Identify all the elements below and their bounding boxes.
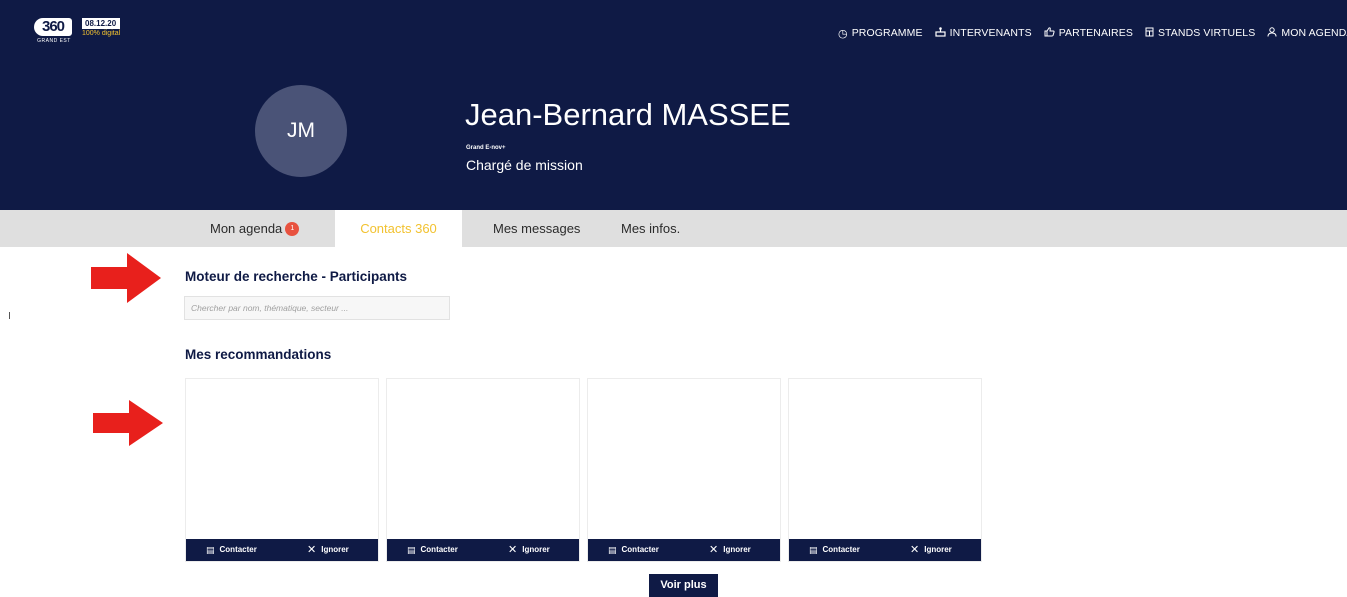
clock-icon: ◷ — [838, 27, 848, 40]
voir-plus-button[interactable]: Voir plus — [649, 574, 718, 597]
ignore-button[interactable]: ✕ Ignorer — [709, 539, 751, 561]
nav-item-mon-agenda[interactable]: MON AGENDA — [1267, 26, 1347, 40]
profile-organization: Grand E-nov+ — [466, 145, 506, 151]
nav-label: PROGRAMME — [851, 27, 923, 39]
ignore-button[interactable]: ✕ Ignorer — [508, 539, 550, 561]
contact-label: Contacter — [219, 545, 257, 554]
ignore-button[interactable]: ✕ Ignorer — [910, 539, 952, 561]
event-tagline: 100% digital — [82, 30, 121, 37]
podium-icon — [935, 26, 946, 40]
tab-label: Mes messages — [493, 221, 581, 236]
nav-label: MON AGENDA — [1281, 27, 1347, 39]
ignore-label: Ignorer — [924, 545, 952, 554]
logo-mark: 360 — [34, 18, 72, 36]
recommendation-card: ▤ Contacter ✕ Ignorer — [788, 378, 982, 562]
message-icon: ▤ — [809, 545, 818, 555]
recommendations-title: Mes recommandations — [185, 347, 332, 362]
close-icon: ✕ — [709, 544, 719, 556]
search-section-title: Moteur de recherche - Participants — [185, 269, 408, 284]
close-icon: ✕ — [508, 544, 518, 556]
tab-label: Contacts 360 — [360, 221, 437, 236]
contact-label: Contacter — [621, 545, 659, 554]
message-icon: ▤ — [407, 545, 416, 555]
tab-label: Mon agenda — [210, 221, 283, 236]
tab-mes-messages[interactable]: Mes messages — [493, 210, 580, 247]
contact-button[interactable]: ▤ Contacter — [407, 539, 458, 561]
nav-label: PARTENAIRES — [1058, 27, 1133, 39]
brand-logo[interactable]: 360 GRAND EST 08.12.20 100% digital — [34, 18, 121, 44]
close-icon: ✕ — [307, 544, 317, 556]
user-icon — [1267, 26, 1277, 40]
notification-badge: 1 — [285, 221, 300, 236]
card-actions: ▤ Contacter ✕ Ignorer — [186, 539, 378, 561]
ignore-label: Ignorer — [321, 545, 349, 554]
profile-header: 360 GRAND EST 08.12.20 100% digital ◷ PR… — [0, 0, 1347, 210]
event-date: 08.12.20 — [82, 18, 121, 29]
ignore-label: Ignorer — [723, 545, 751, 554]
message-icon: ▤ — [608, 545, 617, 555]
recommendation-card: ▤ Contacter ✕ Ignorer — [587, 378, 781, 562]
nav-item-programme[interactable]: ◷ PROGRAMME — [838, 27, 923, 40]
tab-mon-agenda[interactable]: Mon agenda 1 — [210, 210, 300, 247]
nav-item-intervenants[interactable]: INTERVENANTS — [935, 26, 1032, 40]
tab-mes-infos[interactable]: Mes infos. — [621, 210, 680, 247]
nav-item-stands-virtuels[interactable]: STANDS VIRTUELS — [1145, 27, 1255, 40]
profile-name: Jean-Bernard MASSEE — [465, 97, 791, 132]
card-actions: ▤ Contacter ✕ Ignorer — [387, 539, 579, 561]
contact-label: Contacter — [420, 545, 458, 554]
close-icon: ✕ — [910, 544, 920, 556]
nav-label: INTERVENANTS — [949, 27, 1032, 39]
recommendation-card: ▤ Contacter ✕ Ignorer — [386, 378, 580, 562]
profile-tabs: Mon agenda 1 Contacts 360 Mes messages Me… — [0, 210, 1347, 247]
edge-mark — [9, 312, 10, 319]
red-arrow-icon — [93, 400, 163, 446]
nav-label: STANDS VIRTUELS — [1157, 27, 1256, 39]
message-icon: ▤ — [206, 545, 215, 555]
top-nav: ◷ PROGRAMME INTERVENANTS PARTENAIRES STA… — [838, 26, 1347, 40]
logo-subtitle: GRAND EST — [37, 38, 71, 44]
stand-icon — [1145, 27, 1154, 40]
contact-label: Contacter — [822, 545, 860, 554]
participant-search-input[interactable] — [184, 296, 450, 320]
card-actions: ▤ Contacter ✕ Ignorer — [588, 539, 780, 561]
red-arrow-icon — [91, 253, 161, 303]
tab-contacts-360[interactable]: Contacts 360 — [335, 210, 462, 247]
thumbs-up-icon — [1044, 26, 1055, 40]
contact-button[interactable]: ▤ Contacter — [608, 539, 659, 561]
profile-role: Chargé de mission — [466, 157, 583, 173]
nav-item-partenaires[interactable]: PARTENAIRES — [1044, 26, 1133, 40]
contact-button[interactable]: ▤ Contacter — [206, 539, 257, 561]
ignore-label: Ignorer — [522, 545, 550, 554]
tab-label: Mes infos. — [621, 221, 681, 236]
recommendation-card: ▤ Contacter ✕ Ignorer — [185, 378, 379, 562]
ignore-button[interactable]: ✕ Ignorer — [307, 539, 349, 561]
contact-button[interactable]: ▤ Contacter — [809, 539, 860, 561]
card-actions: ▤ Contacter ✕ Ignorer — [789, 539, 981, 561]
avatar: JM — [255, 85, 347, 177]
